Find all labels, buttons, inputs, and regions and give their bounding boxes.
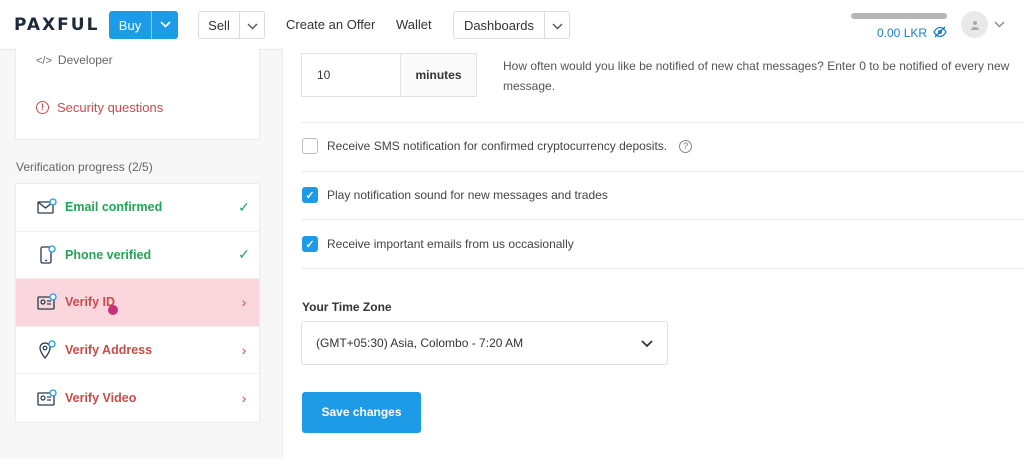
masked-username xyxy=(851,13,947,19)
help-icon[interactable]: ? xyxy=(679,139,693,153)
paxful-logo[interactable]: PAXFUL xyxy=(14,15,99,35)
envelope-icon xyxy=(37,197,57,217)
divider xyxy=(301,122,1024,123)
chevron-right-icon: › xyxy=(241,294,247,311)
buy-button[interactable]: Buy xyxy=(109,11,178,39)
verification-item-label: Verify Video xyxy=(65,391,137,406)
option-label: Receive SMS notification for confirmed c… xyxy=(327,139,668,153)
divider xyxy=(301,268,1024,269)
save-changes-button[interactable]: Save changes xyxy=(302,392,421,433)
checkbox[interactable] xyxy=(302,138,318,154)
dashboards-button-label: Dashboards xyxy=(463,17,535,33)
wallet-balance[interactable]: 0.00 LKR xyxy=(877,26,927,40)
top-navbar: PAXFUL Buy Sell Create an Offer Wallet D… xyxy=(0,0,1024,50)
sidebar-item-label: Security questions xyxy=(57,100,164,115)
timezone-select[interactable]: (GMT+05:30) Asia, Colombo - 7:20 AM xyxy=(301,321,668,365)
verification-item-phone[interactable]: Phone verified ✓ xyxy=(16,232,259,280)
sidebar-item-developer[interactable]: </> Developer xyxy=(36,53,113,67)
sidebar-item-label: Developer xyxy=(57,53,113,67)
chevron-down-icon[interactable] xyxy=(545,18,569,33)
user-icon[interactable] xyxy=(961,11,988,38)
notification-sound-option[interactable]: ✓ Play notification sound for new messag… xyxy=(302,187,608,203)
timezone-value: (GMT+05:30) Asia, Colombo - 7:20 AM xyxy=(316,336,524,350)
create-offer-link[interactable]: Create an Offer xyxy=(286,17,375,32)
id-card-icon xyxy=(37,292,57,312)
checkmark-icon: ✓ xyxy=(238,198,250,215)
code-icon: </> xyxy=(36,55,52,67)
verification-item-email[interactable]: Email confirmed ✓ xyxy=(16,184,259,232)
mouse-cursor xyxy=(108,305,118,315)
eye-off-icon[interactable] xyxy=(933,26,947,38)
sell-button[interactable]: Sell xyxy=(198,11,265,39)
divider xyxy=(301,219,1024,220)
option-label: Play notification sound for new messages… xyxy=(327,188,608,202)
interval-unit-label: minutes xyxy=(400,53,477,97)
verification-item-label: Phone verified xyxy=(65,247,152,262)
verification-item-address[interactable]: Verify Address › xyxy=(16,327,259,375)
verification-list: Email confirmed ✓ Phone verified ✓ Verif… xyxy=(15,183,260,423)
important-emails-option[interactable]: ✓ Receive important emails from us occas… xyxy=(302,236,574,252)
dashboards-button[interactable]: Dashboards xyxy=(453,11,570,39)
chevron-right-icon: › xyxy=(241,390,247,407)
checkmark-icon: ✓ xyxy=(238,246,250,263)
verification-progress-title: Verification progress (2/5) xyxy=(16,160,153,174)
sidebar-item-security-questions[interactable]: ! Security questions xyxy=(36,100,163,115)
chevron-down-icon[interactable] xyxy=(994,17,1005,31)
verification-item-label: Verify ID xyxy=(65,295,116,310)
chevron-right-icon: › xyxy=(241,342,247,359)
alert-icon: ! xyxy=(36,101,49,114)
sms-notification-option[interactable]: Receive SMS notification for confirmed c… xyxy=(302,138,693,154)
phone-icon xyxy=(37,245,57,265)
buy-button-label: Buy xyxy=(118,17,142,33)
verification-item-label: Email confirmed xyxy=(65,200,163,215)
chevron-down-icon[interactable] xyxy=(240,18,264,33)
checkbox-checked[interactable]: ✓ xyxy=(302,236,318,252)
sell-button-label: Sell xyxy=(208,17,230,33)
divider xyxy=(301,171,1024,172)
chat-notification-interval-input[interactable]: 10 xyxy=(301,53,400,97)
verification-item-id[interactable]: Verify ID › xyxy=(16,279,259,327)
wallet-link[interactable]: Wallet xyxy=(396,17,432,32)
chevron-down-icon xyxy=(627,335,667,351)
interval-description: How often would you like be notified of … xyxy=(503,59,1010,93)
location-pin-icon xyxy=(37,340,57,360)
video-id-icon xyxy=(37,388,57,408)
chevron-down-icon[interactable] xyxy=(152,20,178,31)
checkbox-checked[interactable]: ✓ xyxy=(302,187,318,203)
verification-item-label: Verify Address xyxy=(65,343,153,358)
timezone-label: Your Time Zone xyxy=(302,300,392,314)
verification-item-video[interactable]: Verify Video › xyxy=(16,374,259,422)
option-label: Receive important emails from us occasio… xyxy=(327,237,574,251)
